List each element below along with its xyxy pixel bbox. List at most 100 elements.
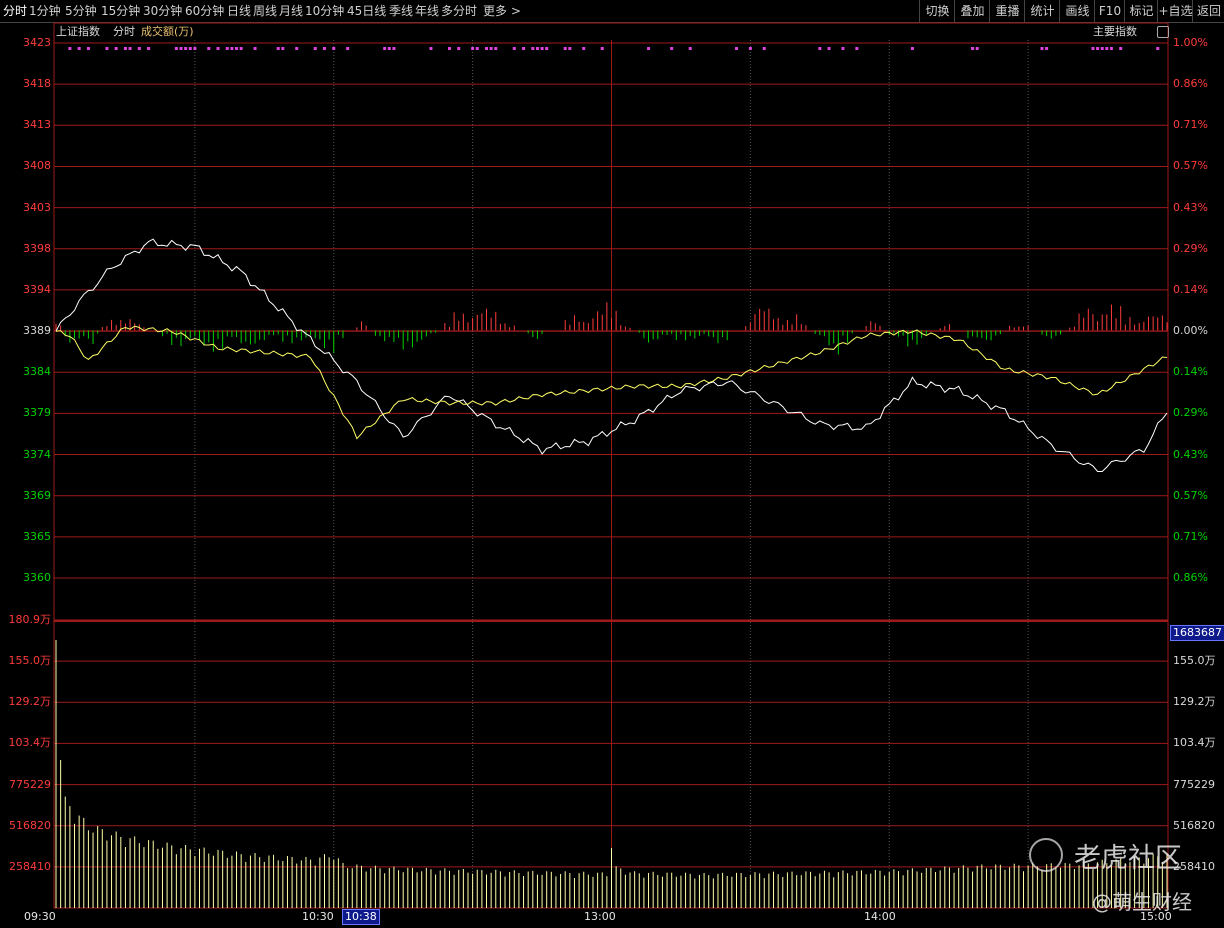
event-marker — [540, 47, 544, 50]
pct-axis-label: 0.57% — [1173, 159, 1208, 173]
event-marker — [688, 47, 692, 50]
price-axis-label: 3379 — [23, 406, 51, 420]
volume-axis-label-left: 155.0万 — [8, 654, 52, 668]
pct-axis-label: 0.29% — [1173, 241, 1208, 255]
event-marker — [827, 47, 831, 50]
volume-axis-label-left: 180.9万 — [8, 613, 52, 626]
tiger-logo-icon — [1029, 838, 1063, 872]
event-marker — [216, 47, 220, 50]
price-axis-label: 3374 — [23, 447, 51, 461]
event-marker — [910, 47, 914, 50]
event-marker — [193, 47, 197, 50]
event-marker — [105, 47, 109, 50]
event-marker — [86, 47, 90, 50]
price-axis-label: 3369 — [23, 488, 51, 502]
event-marker — [77, 47, 81, 50]
event-marker — [137, 47, 141, 50]
event-marker — [174, 47, 178, 50]
event-marker — [114, 47, 118, 50]
event-marker — [971, 47, 975, 50]
price-axis-label: 3413 — [23, 118, 51, 132]
volume-axis-label-right: 155.0万 — [1173, 654, 1216, 668]
event-marker — [485, 47, 489, 50]
event-marker — [253, 47, 257, 50]
event-marker — [568, 47, 572, 50]
event-marker — [346, 47, 350, 50]
price-axis-label: 3384 — [23, 365, 51, 379]
volume-badge: 1683687 — [1170, 625, 1224, 641]
event-marker — [563, 47, 567, 50]
event-marker — [748, 47, 752, 50]
event-marker — [647, 47, 651, 50]
event-marker — [475, 47, 479, 50]
event-marker — [387, 47, 391, 50]
event-marker — [1096, 47, 1100, 50]
price-axis-label: 3403 — [23, 200, 51, 214]
event-marker — [734, 47, 738, 50]
volume-axis-label-left: 129.2万 — [8, 695, 52, 709]
indicator-label: 成交额(万) — [141, 25, 194, 38]
event-marker — [281, 47, 285, 50]
event-marker — [670, 47, 674, 50]
overlay-index-label[interactable]: 主要指数 — [1093, 25, 1137, 39]
event-marker — [128, 47, 132, 50]
event-marker — [313, 47, 317, 50]
event-marker — [332, 47, 336, 50]
price-axis-label: 3418 — [23, 77, 51, 91]
event-marker — [276, 47, 280, 50]
volume-axis-label-left: 775229 — [9, 777, 51, 791]
time-axis-label: 14:00 — [864, 910, 896, 923]
volume-axis-label-right: 775229 — [1173, 777, 1215, 791]
pct-axis-label: 0.29% — [1173, 406, 1208, 420]
event-marker — [545, 47, 549, 50]
crosshair-time-label: 10:38 — [342, 909, 380, 925]
pct-axis-label: 0.86% — [1173, 571, 1208, 584]
event-marker — [235, 47, 239, 50]
event-marker — [383, 47, 387, 50]
event-marker — [975, 47, 979, 50]
pct-axis-label: 0.14% — [1173, 282, 1208, 296]
price-axis-label: 3394 — [23, 282, 51, 296]
volume-axis-label-left: 103.4万 — [8, 736, 52, 750]
event-marker — [295, 47, 299, 50]
event-marker — [762, 47, 766, 50]
event-marker — [522, 47, 526, 50]
pct-axis-label: 0.00% — [1173, 324, 1208, 338]
event-marker — [1156, 47, 1160, 50]
watermark-brand: 老虎社区 — [1074, 843, 1182, 874]
event-marker — [1105, 47, 1109, 50]
volume-axis-label-right: 516820 — [1173, 818, 1215, 832]
event-marker — [392, 47, 396, 50]
event-marker — [68, 47, 72, 50]
event-marker — [230, 47, 234, 50]
event-marker — [531, 47, 535, 50]
overlay-toggle-icon[interactable] — [1157, 26, 1169, 38]
event-marker — [535, 47, 539, 50]
event-marker — [855, 47, 859, 50]
event-marker — [818, 47, 822, 50]
price-axis-label: 3389 — [23, 324, 51, 338]
event-marker — [123, 47, 127, 50]
volume-axis-label-right: 103.4万 — [1173, 736, 1216, 750]
event-marker — [841, 47, 845, 50]
pct-axis-label: 0.71% — [1173, 118, 1208, 132]
volume-axis-label-left: 516820 — [9, 818, 51, 832]
event-marker — [207, 47, 211, 50]
event-marker — [1040, 47, 1044, 50]
event-marker — [179, 47, 183, 50]
price-axis-label: 3408 — [23, 159, 51, 173]
event-marker — [447, 47, 451, 50]
pct-axis-label: 0.43% — [1173, 200, 1208, 214]
volume-axis-label-right: 129.2万 — [1173, 695, 1216, 709]
event-marker — [1045, 47, 1049, 50]
watermark-author: @萌生财经 — [1092, 890, 1192, 914]
index-name: 上证指数 — [56, 25, 100, 38]
event-marker — [1100, 47, 1104, 50]
chart-grid — [53, 22, 1169, 909]
event-marker — [512, 47, 516, 50]
event-marker — [1119, 47, 1123, 50]
event-marker — [1109, 47, 1113, 50]
event-marker — [184, 47, 188, 50]
intraday-chart[interactable] — [0, 0, 1224, 928]
event-marker — [147, 47, 151, 50]
